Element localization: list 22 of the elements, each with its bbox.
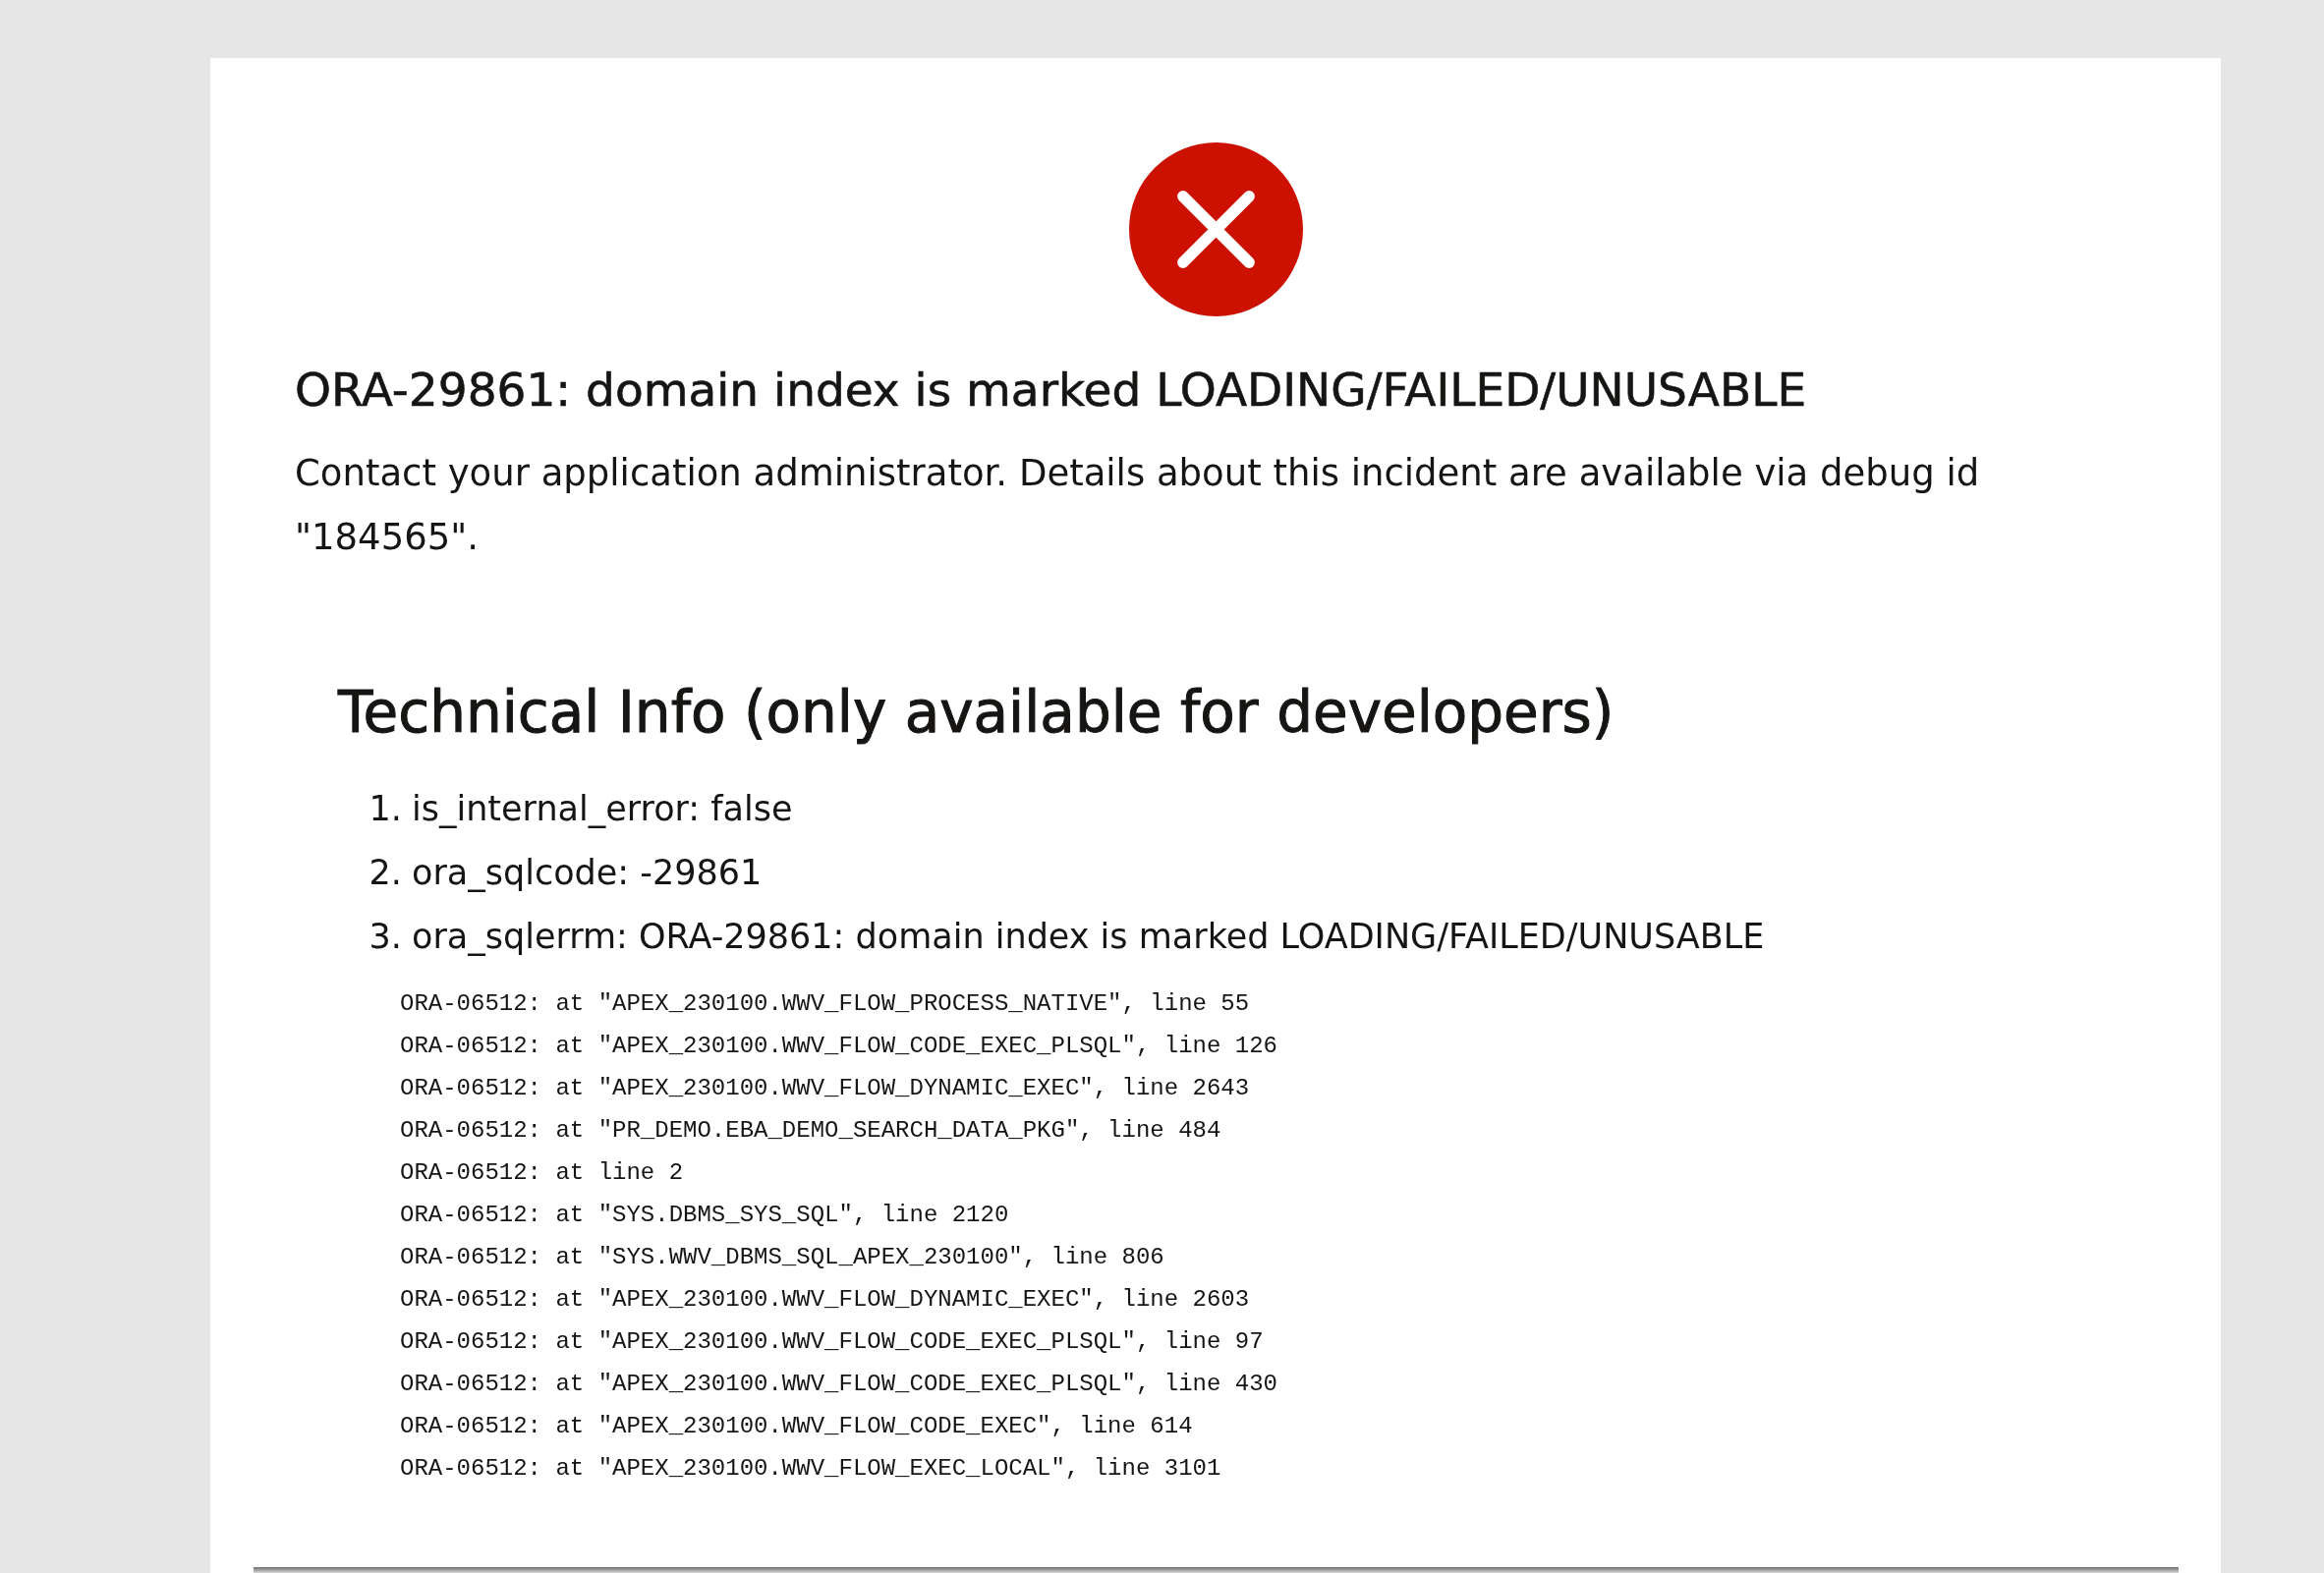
list-number: 1. [368,787,402,830]
info-item: is_internal_error: false [412,787,793,830]
stack-trace-line: ORA-06512: at "SYS.WWV_DBMS_SQL_APEX_230100", line 806 [400,1242,1165,1272]
stack-trace-line: ORA-06512: at "APEX_230100.WWV_FLOW_EXEC_LOCAL", line 3101 [400,1453,1222,1484]
list-number: 3. [368,915,402,958]
stack-trace-line: ORA-06512: at line 2 [400,1157,685,1188]
stack-trace-line: ORA-06512: at "PR_DEMO.EBA_DEMO_SEARCH_DATA_PKG", line 484 [400,1115,1222,1146]
stack-trace-line: ORA-06512: at "APEX_230100.WWV_FLOW_CODE_EXEC_PLSQL", line 126 [400,1031,1278,1061]
list-number: 2. [368,851,402,894]
stack-trace-line: ORA-06512: at "APEX_230100.WWV_FLOW_PROCESS_NATIVE", line 55 [400,988,1251,1019]
error-title: ORA-29861: domain index is marked LOADING/FAILED/UNUSABLE [295,362,1808,419]
stack-trace-line: ORA-06512: at "APEX_230100.WWV_FLOW_DYNAMIC_EXEC", line 2643 [400,1073,1251,1103]
stack-trace-line: ORA-06512: at "APEX_230100.WWV_FLOW_CODE_EXEC", line 614 [400,1411,1194,1441]
stack-trace-line: ORA-06512: at "APEX_230100.WWV_FLOW_CODE_EXEC_PLSQL", line 430 [400,1369,1278,1399]
stack-trace-line: ORA-06512: at "APEX_230100.WWV_FLOW_CODE_EXEC_PLSQL", line 97 [400,1326,1265,1357]
info-item: ora_sqlerrm: ORA-29861: domain index is marked LOADING/FAILED/UNUSABLE [412,915,1765,958]
stack-trace-line: ORA-06512: at "APEX_230100.WWV_FLOW_DYNAMIC_EXEC", line 2603 [400,1284,1251,1315]
info-item: ora_sqlcode: -29861 [412,851,763,894]
technical-info-heading: Technical Info (only available for developers) [338,679,1615,748]
stack-trace-line: ORA-06512: at "SYS.DBMS_SYS_SQL", line 2120 [400,1200,1010,1230]
error-message: Contact your application administrator. Details about this incident are available via debug id "184565". [295,451,1981,561]
error-icon [1128,142,1303,316]
